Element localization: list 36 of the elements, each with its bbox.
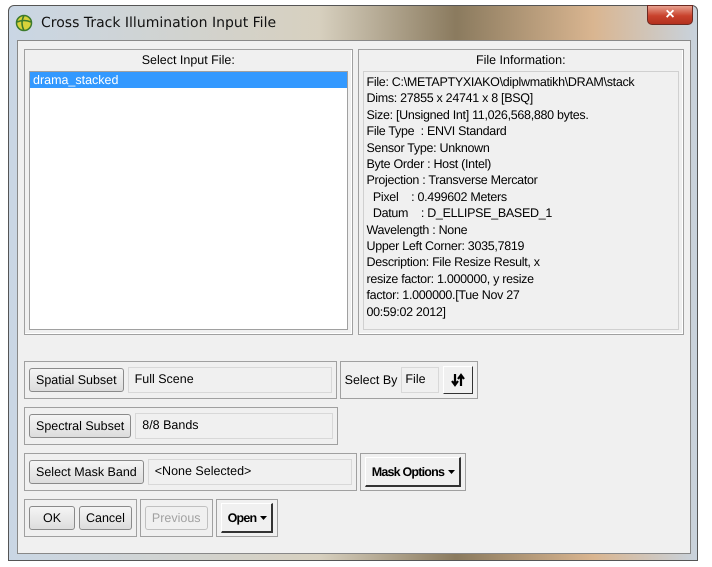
info-line: Size: [Unsigned Int] 11,026,568,880 bytes. [366,106,590,124]
info-line: Upper Left Corner: 3035,7819 [366,238,526,254]
globe-icon [15,14,33,32]
info-line: File: C:\METAPTYXIAKO\diplwmatikh\DRAM\stack [366,74,636,90]
sort-arrows-icon [451,372,466,388]
spatial-subset-button[interactable]: Spatial Subset [29,368,124,392]
value-field: File [401,367,440,393]
info-line: File Type : ENVI Standard [366,123,508,140]
panel-label: Select Input File: [140,52,236,69]
close-button[interactable]: × [647,5,693,25]
value-field: Full Scene [128,367,332,393]
spectral-subset-button[interactable]: Spectral Subset [29,414,132,438]
info-line: Pixel : 0.499602 Meters [372,188,508,206]
swap-button[interactable] [443,366,474,394]
select-by-label: Select By [344,373,398,387]
menu-button[interactable]: Open [220,503,274,533]
info-line: Projection : Transverse Mercator [366,172,539,189]
value-field: <None Selected> [148,459,352,485]
info-line: Sensor Type: Unknown [366,140,491,156]
info-line: Datum : D_ELLIPSE_BASED_1 [372,205,554,222]
select-mask-band-button[interactable]: Select Mask Band [29,460,144,484]
info-line: Dims: 27855 x 24741 x 8 [BSQ] [366,90,534,107]
action-button[interactable]: Cancel [79,506,132,530]
info-line: factor: 1.000000.[Tue Nov 27 [366,287,521,304]
info-line: Description: File Resize Result, x [366,254,541,271]
action-button[interactable]: OK [29,506,75,530]
info-line: resize factor: 1.000000, y resize [366,270,535,288]
value-field: 8/8 Bands [135,413,334,439]
caret-icon [260,516,268,520]
info-line: Byte Order : Host (Intel) [366,156,492,172]
panel-label: File Information: [474,52,567,69]
caret-icon [448,470,456,474]
info-line: 00:59:02 2012] [366,304,447,320]
mask-options-button[interactable]: Mask Options [364,457,462,487]
window-title: Cross Track Illumination Input File [41,15,276,31]
info-line: Wavelength : None [366,222,468,238]
